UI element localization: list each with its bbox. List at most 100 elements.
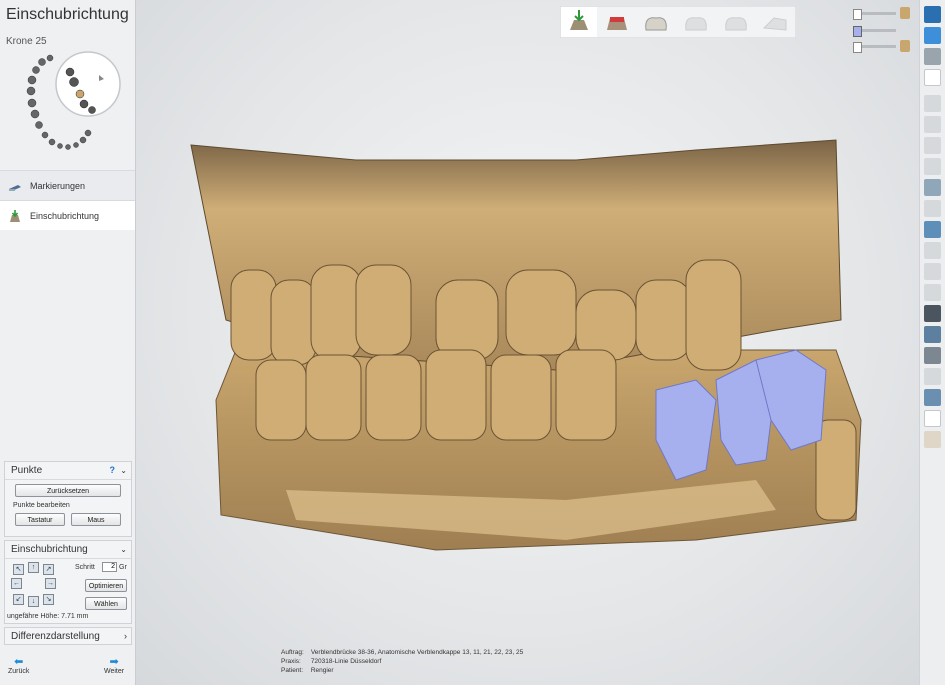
prep-slider[interactable] — [853, 26, 896, 37]
help-icon[interactable]: ? — [110, 462, 116, 479]
order-value: Verblendbrücke 38-36, Anatomische Verble… — [310, 649, 524, 656]
next-button[interactable]: ➡ Weiter — [104, 655, 124, 675]
shield-icon[interactable] — [924, 347, 941, 364]
tooth-icon — [27, 75, 37, 85]
tooth-icon — [230, 269, 277, 361]
scale-icon[interactable] — [924, 137, 941, 154]
optimize-button[interactable]: Optimieren — [85, 579, 127, 592]
zoom-lens — [55, 51, 121, 117]
arrow-right-button[interactable]: → — [45, 578, 56, 589]
close-icon[interactable] — [924, 6, 941, 23]
arrow-down-right-button[interactable]: ↘ — [43, 594, 54, 605]
transparency-slider[interactable] — [853, 9, 896, 20]
person-icon[interactable] — [924, 326, 941, 343]
arrow-up-left-button[interactable]: ↖ — [13, 564, 24, 575]
tooth-icon — [365, 354, 422, 441]
view-cube-icon[interactable] — [924, 48, 941, 65]
step-label: Einschubrichtung — [30, 210, 100, 221]
chevron-down-icon[interactable]: ⌄ — [120, 462, 127, 479]
square-icon[interactable] — [924, 284, 941, 301]
tooth-icon — [305, 354, 362, 441]
arrow-up-button[interactable]: ↑ — [28, 562, 39, 573]
layer-icon[interactable] — [924, 221, 941, 238]
jaw-view-icon[interactable] — [924, 410, 941, 427]
tooth-icon — [48, 138, 56, 146]
step-label: Markierungen — [30, 180, 86, 191]
arrow-right-icon: ➡ — [109, 656, 119, 668]
chevron-down-icon[interactable]: ⌄ — [120, 541, 127, 558]
tooth-icon — [84, 129, 92, 137]
step-markierungen[interactable]: Markierungen — [0, 170, 135, 200]
insertion-icon[interactable] — [924, 389, 941, 406]
back-button[interactable]: ⬅ Zurück — [8, 655, 29, 675]
step-input[interactable]: 2 — [102, 562, 117, 572]
panel-header: Punkte ? ⌄ — [5, 462, 131, 480]
arrow-down-left-button[interactable]: ↙ — [13, 594, 24, 605]
axis-icon[interactable] — [924, 368, 941, 385]
panel-header[interactable]: Differenzdarstellung › — [5, 628, 131, 645]
chevron-right-icon[interactable]: › — [124, 628, 127, 645]
rotate-icon[interactable] — [924, 158, 941, 175]
tooth-icon — [30, 109, 40, 119]
tooth-view-icon[interactable] — [924, 431, 941, 448]
tooth-icon — [57, 143, 63, 149]
tooth-icon — [635, 279, 692, 361]
jaw-icon — [900, 7, 910, 19]
edit-points-label: Punkte bearbeiten — [13, 502, 70, 509]
camera-icon[interactable] — [924, 305, 941, 322]
wizard-steps — [560, 6, 796, 38]
tooth-label: Krone 25 — [6, 36, 47, 47]
brush-icon[interactable] — [924, 95, 941, 112]
clip-icon[interactable] — [924, 200, 941, 217]
insertion-direction-icon — [10, 209, 20, 222]
arrow-down-button[interactable]: ↓ — [28, 596, 39, 607]
next-label: Weiter — [104, 668, 125, 675]
model-view-icon[interactable] — [924, 69, 941, 86]
case-info: Auftrag: Verblendbrücke 38-36, Anatomisc… — [281, 649, 524, 674]
antagonist-slider[interactable] — [853, 42, 896, 53]
diff-panel[interactable]: Differenzdarstellung › — [4, 627, 132, 645]
page-title: Einschubrichtung — [6, 6, 129, 23]
tooth-icon — [26, 86, 36, 96]
model-viewport[interactable]: Auftrag: Verblendbrücke 38-36, Anatomisc… — [136, 0, 919, 685]
fullscreen-icon[interactable] — [924, 27, 941, 44]
shape-icon[interactable] — [924, 116, 941, 133]
dental-arch-selector[interactable] — [20, 50, 130, 160]
keyboard-button[interactable]: Tastatur — [15, 513, 65, 526]
tooth-icon — [75, 89, 85, 99]
tooth-icon — [38, 58, 46, 66]
tooth-icon — [65, 144, 71, 150]
wizard-step[interactable] — [685, 17, 707, 31]
mouse-button[interactable]: Maus — [71, 513, 121, 526]
tooth-icon — [35, 121, 43, 129]
sidebar: Einschubrichtung Krone 25 Markierungen E… — [0, 0, 136, 685]
dental-model-3d[interactable] — [136, 0, 919, 685]
tooth-icon — [490, 354, 552, 441]
wizard-step[interactable] — [607, 17, 627, 30]
panel-title: Einschubrichtung — [11, 544, 88, 555]
tooth-icon — [685, 259, 742, 371]
tooth-icon — [79, 99, 89, 109]
tooth-icon — [46, 54, 54, 62]
tooth-icon — [65, 67, 75, 77]
arrow-up-right-button[interactable]: ↗ — [43, 564, 54, 575]
step-einschubrichtung[interactable]: Einschubrichtung — [0, 200, 135, 230]
height-label: ungefähre Höhe: 7.71 mm — [7, 613, 89, 620]
reset-button[interactable]: Zurücksetzen — [15, 484, 121, 497]
tooth-icon — [270, 279, 317, 366]
tooth-icon — [32, 66, 40, 74]
marking-pen-icon — [9, 184, 21, 191]
panel-header: Einschubrichtung ⌄ — [5, 541, 131, 559]
step-label: Schritt — [75, 564, 95, 571]
tool-icon[interactable] — [924, 179, 941, 196]
wizard-step-active[interactable] — [561, 7, 597, 37]
arrow-left-button[interactable]: ← — [11, 578, 22, 589]
wizard-step[interactable] — [725, 17, 747, 31]
warning-icon[interactable] — [924, 263, 941, 280]
circle-icon[interactable] — [924, 242, 941, 259]
wizard-step[interactable] — [645, 17, 667, 31]
patient-value: Rengier — [310, 667, 334, 674]
tooth-icon — [88, 106, 96, 114]
select-button[interactable]: Wählen — [85, 597, 127, 610]
tooth-icon — [815, 419, 857, 521]
